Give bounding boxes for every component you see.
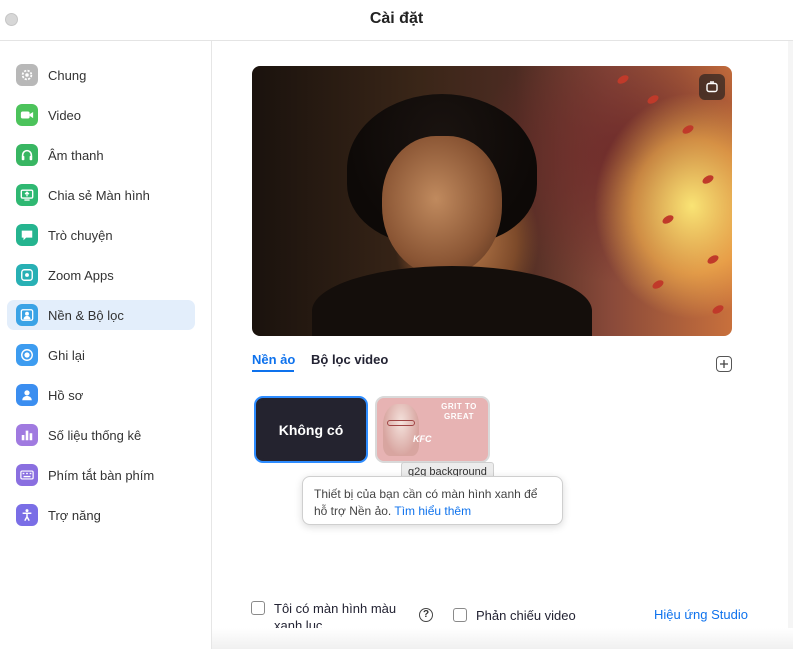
colonel-sanders-image	[383, 404, 419, 456]
background-thumbnail-g2g[interactable]: GRIT TO GREAT KFC	[375, 396, 490, 463]
bottom-edge	[212, 628, 793, 649]
sidebar-item-accessibility[interactable]: Trợ năng	[7, 500, 195, 530]
mirror-video-label: Phản chiếu video	[476, 608, 576, 623]
switch-camera-button[interactable]	[699, 74, 725, 100]
preview-shirt	[312, 266, 592, 336]
gear-icon	[16, 64, 38, 86]
sidebar-item-label: Chia sẻ Màn hình	[48, 187, 150, 203]
plus-icon	[720, 360, 728, 368]
sidebar-item-keyboard-shortcuts[interactable]: Phím tắt bàn phím	[7, 460, 195, 490]
sidebar-item-zoom-apps[interactable]: Zoom Apps	[7, 260, 195, 290]
sidebar-item-recording[interactable]: Ghi lại	[7, 340, 195, 370]
window-title: Cài đặt	[369, 10, 424, 27]
sidebar-item-background-filters[interactable]: Nền & Bộ lọc	[7, 300, 195, 330]
settings-sidebar: Chung Video Âm thanh Chia sẻ Màn hình Tr…	[0, 41, 212, 649]
profile-icon	[16, 384, 38, 406]
sidebar-item-label: Số liệu thống kê	[48, 427, 142, 443]
sidebar-item-label: Video	[48, 107, 82, 123]
add-background-button[interactable]	[716, 356, 732, 372]
sidebar-item-label: Ghi lại	[48, 347, 85, 363]
active-tab-underline	[252, 370, 294, 372]
rotate-camera-icon	[706, 81, 718, 93]
sidebar-item-general[interactable]: Chung	[7, 60, 195, 90]
green-screen-info-popover: Thiết bị của bạn cần có màn hình xanh để…	[302, 476, 563, 525]
chat-bubble-icon	[16, 224, 38, 246]
statistics-icon	[16, 424, 38, 446]
sidebar-item-label: Trò chuyện	[48, 227, 113, 243]
sidebar-item-share-screen[interactable]: Chia sẻ Màn hình	[7, 180, 195, 210]
background-filter-icon	[16, 304, 38, 326]
title-bar: Cài đặt	[0, 0, 793, 41]
mirror-video-checkbox[interactable]	[453, 608, 467, 622]
headphones-icon	[16, 144, 38, 166]
video-camera-icon	[16, 104, 38, 126]
sidebar-item-label: Hồ sơ	[48, 387, 84, 403]
apps-icon	[16, 264, 38, 286]
background-none-option[interactable]: Không có	[254, 396, 368, 463]
studio-effects-link[interactable]: Hiệu ứng Studio	[654, 607, 748, 622]
sidebar-item-label: Zoom Apps	[48, 267, 114, 283]
sidebar-item-label: Trợ năng	[48, 507, 101, 523]
tab-video-filters[interactable]: Bộ lọc video	[311, 352, 388, 367]
window-edge	[788, 41, 793, 649]
sidebar-item-profile[interactable]: Hồ sơ	[7, 380, 195, 410]
background-none-label: Không có	[278, 421, 344, 438]
thumbnail-brand: KFC	[413, 434, 432, 444]
help-icon[interactable]: ?	[419, 608, 433, 622]
sidebar-item-audio[interactable]: Âm thanh	[7, 140, 195, 170]
sidebar-item-label: Nền & Bộ lọc	[48, 307, 124, 323]
learn-more-link[interactable]: Tìm hiểu thêm	[394, 504, 471, 518]
thumbnail-slogan: GRIT TO GREAT	[441, 402, 477, 421]
green-screen-checkbox[interactable]	[251, 601, 265, 615]
share-screen-icon	[16, 184, 38, 206]
tab-virtual-background[interactable]: Nền ảo	[252, 352, 295, 367]
sidebar-item-chat[interactable]: Trò chuyện	[7, 220, 195, 250]
accessibility-icon	[16, 504, 38, 526]
sidebar-item-video[interactable]: Video	[7, 100, 195, 130]
glasses-shape	[387, 420, 415, 426]
camera-preview	[252, 66, 732, 336]
sidebar-item-statistics[interactable]: Số liệu thống kê	[7, 420, 195, 450]
sidebar-item-label: Chung	[48, 67, 87, 83]
sidebar-item-label: Phím tắt bàn phím	[48, 467, 155, 483]
record-icon	[16, 344, 38, 366]
keyboard-icon	[16, 464, 38, 486]
sidebar-item-label: Âm thanh	[48, 147, 104, 163]
preview-face	[382, 136, 502, 276]
